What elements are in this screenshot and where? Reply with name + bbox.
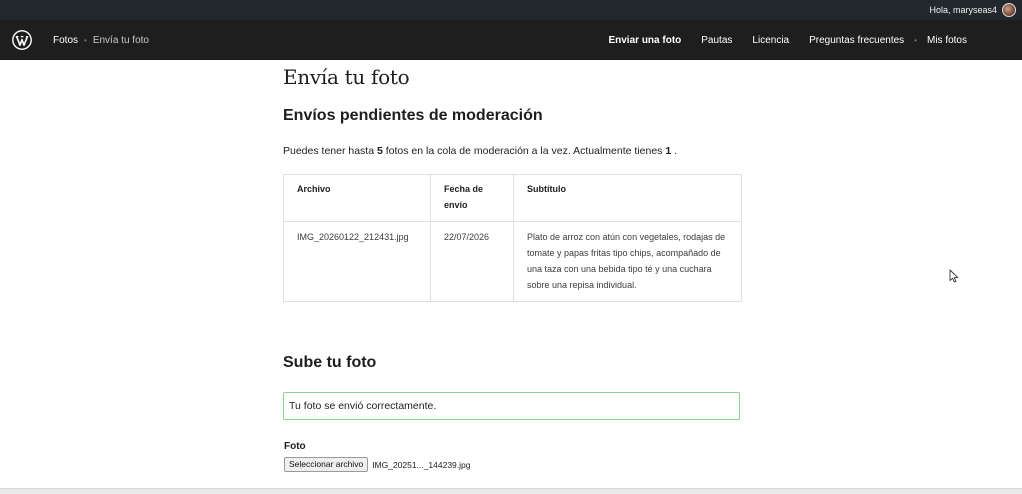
select-file-button[interactable]: Seleccionar archivo [284, 457, 369, 472]
main-nav: Enviar una foto Pautas Licencia Pregunta… [608, 20, 967, 60]
cell-subtitulo: Plato de arroz con atún con vegetales, r… [513, 221, 742, 302]
column-header-subtitulo: Subtítulo [513, 174, 742, 222]
selected-file-name: IMG_20251..._144239.jpg [372, 459, 471, 470]
breadcrumb-current: Envía tu foto [92, 34, 149, 46]
queue-limit-text: Puedes tener hasta 5 fotos en la cola de… [283, 145, 677, 157]
nav-licencia[interactable]: Licencia [752, 35, 789, 46]
admin-bar: Hola, maryseas4 [0, 0, 1022, 20]
avatar [1002, 3, 1016, 17]
nav-pautas[interactable]: Pautas [701, 35, 732, 46]
success-notice: Tu foto se envió correctamente. [283, 392, 740, 420]
mouse-cursor-icon [949, 269, 959, 283]
column-header-archivo: Archivo [283, 174, 431, 222]
table-header-row: Archivo Fecha de envío Subtítulo [283, 174, 742, 222]
foto-field-label: Foto [284, 441, 306, 452]
limit-prefix: Puedes tener hasta [283, 145, 377, 157]
bottom-scroll-strip [0, 488, 1022, 494]
breadcrumb: Fotos • Envía tu foto [53, 20, 149, 60]
upload-heading: Sube tu foto [283, 354, 377, 371]
cell-fecha: 22/07/2026 [430, 221, 514, 302]
greeting-text: Hola, maryseas4 [929, 5, 997, 15]
page-title: Envía tu foto [283, 65, 410, 89]
limit-suffix: . [671, 145, 678, 157]
table-row: IMG_20260122_212431.jpg 22/07/2026 Plato… [283, 221, 742, 302]
account-menu[interactable]: Hola, maryseas4 [929, 3, 1016, 17]
nav-preguntas-frecuentes[interactable]: Preguntas frecuentes [809, 35, 904, 46]
site-header: Fotos • Envía tu foto Enviar una foto Pa… [0, 20, 1022, 60]
column-header-fecha: Fecha de envío [430, 174, 514, 222]
file-input: Seleccionar archivo IMG_20251..._144239.… [284, 457, 471, 472]
breadcrumb-separator: • [84, 35, 87, 45]
pending-heading: Envíos pendientes de moderación [283, 107, 543, 124]
nav-enviar-una-foto[interactable]: Enviar una foto [608, 35, 681, 46]
breadcrumb-root[interactable]: Fotos [53, 35, 78, 46]
cell-archivo: IMG_20260122_212431.jpg [283, 221, 431, 302]
pending-table: Archivo Fecha de envío Subtítulo IMG_202… [283, 174, 742, 302]
nav-mis-fotos[interactable]: Mis fotos [927, 35, 967, 46]
nav-separator: • [914, 35, 917, 45]
limit-middle: fotos en la cola de moderación a la vez.… [382, 145, 666, 157]
wordpress-logo-icon[interactable] [12, 30, 32, 50]
